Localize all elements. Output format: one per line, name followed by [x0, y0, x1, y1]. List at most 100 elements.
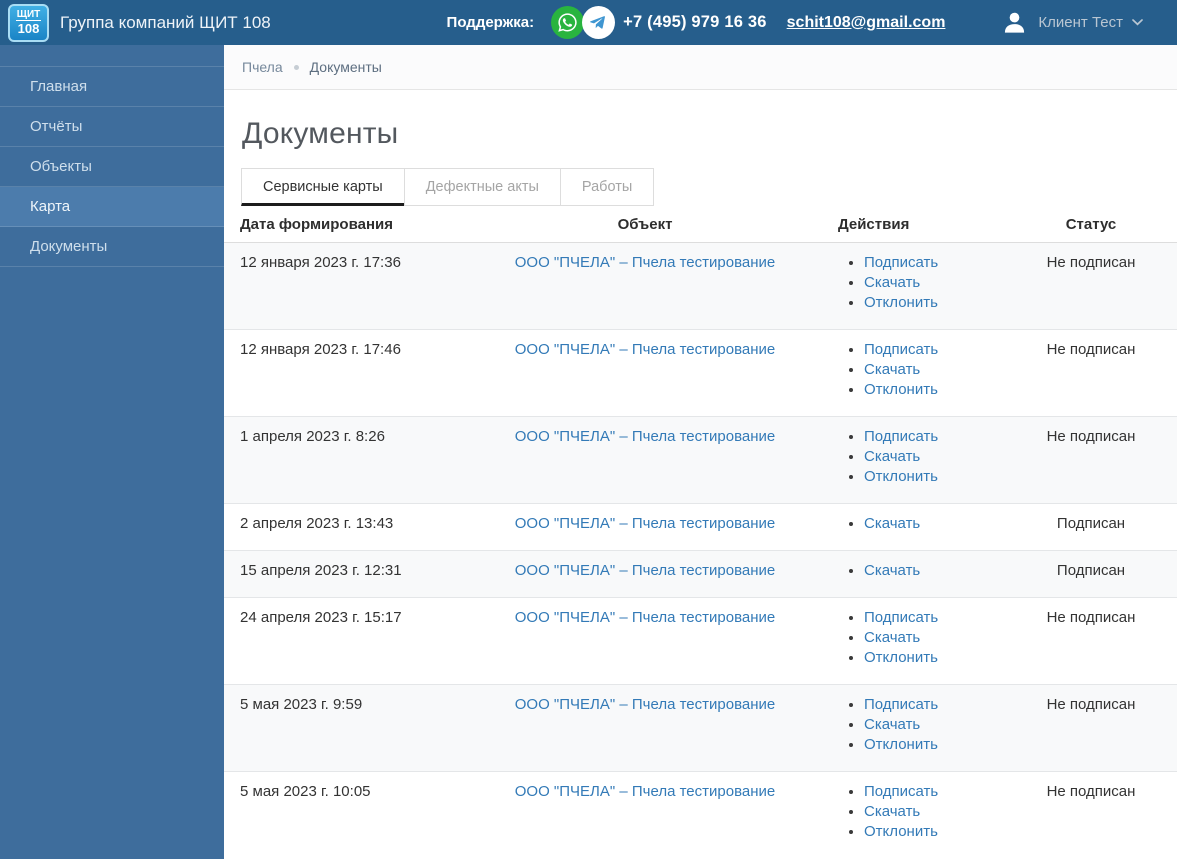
document-object-cell: ООО "ПЧЕЛА" – Пчела тестирование: [460, 243, 830, 330]
object-link[interactable]: ООО "ПЧЕЛА" – Пчела тестирование: [515, 696, 775, 713]
actions-list: Подписать Скачать Отклонить: [838, 253, 997, 313]
action-item: Отклонить: [864, 648, 997, 668]
document-object-cell: ООО "ПЧЕЛА" – Пчела тестирование: [460, 504, 830, 551]
object-link[interactable]: ООО "ПЧЕЛА" – Пчела тестирование: [515, 609, 775, 626]
tab-0[interactable]: Сервисные карты: [241, 168, 405, 206]
whatsapp-icon[interactable]: [551, 6, 585, 39]
action-link-подписать[interactable]: Подписать: [864, 341, 938, 358]
sidebar-item-2[interactable]: Объекты: [0, 147, 224, 187]
action-item: Скачать: [864, 514, 997, 534]
action-link-скачать[interactable]: Скачать: [864, 361, 920, 378]
action-link-скачать[interactable]: Скачать: [864, 716, 920, 733]
action-link-скачать[interactable]: Скачать: [864, 448, 920, 465]
actions-list: Подписать Скачать Отклонить: [838, 340, 997, 400]
column-header-object: Объект: [460, 206, 830, 243]
table-header: Дата формирования Объект Действия Статус: [224, 206, 1177, 243]
actions-list: Подписать Скачать Отклонить: [838, 608, 997, 668]
action-link-подписать[interactable]: Подписать: [864, 428, 938, 445]
status-text: Не подписан: [1046, 341, 1136, 358]
action-item: Отклонить: [864, 293, 997, 313]
document-object-cell: ООО "ПЧЕЛА" – Пчела тестирование: [460, 551, 830, 598]
action-item: Отклонить: [864, 822, 997, 842]
action-link-отклонить[interactable]: Отклонить: [864, 468, 938, 485]
action-link-подписать[interactable]: Подписать: [864, 254, 938, 271]
action-link-отклонить[interactable]: Отклонить: [864, 381, 938, 398]
action-item: Отклонить: [864, 467, 997, 487]
user-icon: [1001, 9, 1028, 36]
object-link[interactable]: ООО "ПЧЕЛА" – Пчела тестирование: [515, 341, 775, 358]
column-header-actions: Действия: [830, 206, 1005, 243]
telegram-icon[interactable]: [582, 6, 616, 39]
logo-line1: ЩИТ: [15, 9, 42, 21]
tab-2[interactable]: Работы: [559, 168, 655, 206]
document-object-cell: ООО "ПЧЕЛА" – Пчела тестирование: [460, 685, 830, 772]
action-link-подписать[interactable]: Подписать: [864, 609, 938, 626]
support-email-link[interactable]: schit108@gmail.com: [787, 14, 946, 32]
action-item: Скачать: [864, 715, 997, 735]
action-link-скачать[interactable]: Скачать: [864, 515, 920, 532]
document-actions-cell: Подписать Скачать Отклонить: [830, 330, 1005, 417]
document-date: 5 мая 2023 г. 10:05: [240, 783, 371, 800]
company-name: Группа компаний ЩИТ 108: [60, 12, 271, 32]
tab-bar: Сервисные карты Дефектные акты Работы: [241, 168, 1177, 206]
table-row: 1 апреля 2023 г. 8:26 ООО "ПЧЕЛА" – Пчел…: [224, 416, 1177, 504]
object-link[interactable]: ООО "ПЧЕЛА" – Пчела тестирование: [515, 562, 775, 579]
object-link[interactable]: ООО "ПЧЕЛА" – Пчела тестирование: [515, 254, 775, 271]
action-item: Подписать: [864, 340, 997, 360]
action-link-подписать[interactable]: Подписать: [864, 696, 938, 713]
document-date: 12 января 2023 г. 17:36: [240, 254, 401, 271]
action-item: Скачать: [864, 360, 997, 380]
sidebar: Главная Отчёты Объекты Карта Документы: [0, 45, 224, 859]
top-header: ЩИТ 108 Группа компаний ЩИТ 108 Поддержк…: [0, 0, 1177, 45]
action-link-подписать[interactable]: Подписать: [864, 783, 938, 800]
documents-table: Дата формирования Объект Действия Статус…: [224, 206, 1177, 858]
object-link[interactable]: ООО "ПЧЕЛА" – Пчела тестирование: [515, 515, 775, 532]
table-row: 12 января 2023 г. 17:46 ООО "ПЧЕЛА" – Пч…: [224, 329, 1177, 417]
action-link-отклонить[interactable]: Отклонить: [864, 823, 938, 840]
document-date: 12 января 2023 г. 17:46: [240, 341, 401, 358]
status-text: Не подписан: [1046, 428, 1136, 445]
document-actions-cell: Подписать Скачать Отклонить: [830, 243, 1005, 330]
action-link-скачать[interactable]: Скачать: [864, 803, 920, 820]
action-item: Подписать: [864, 695, 997, 715]
action-link-отклонить[interactable]: Отклонить: [864, 736, 938, 753]
action-item: Скачать: [864, 273, 997, 293]
status-text: Не подписан: [1046, 696, 1136, 713]
company-logo[interactable]: ЩИТ 108: [8, 3, 49, 42]
sidebar-item-0[interactable]: Главная: [0, 67, 224, 107]
sidebar-item-3[interactable]: Карта: [0, 187, 224, 227]
breadcrumb-separator-dot: [293, 64, 299, 70]
action-link-отклонить[interactable]: Отклонить: [864, 649, 938, 666]
table-row: 15 апреля 2023 г. 12:31 ООО "ПЧЕЛА" – Пч…: [224, 550, 1177, 598]
support-phone[interactable]: +7 (495) 979 16 36: [623, 13, 767, 32]
action-link-скачать[interactable]: Скачать: [864, 274, 920, 291]
status-text: Подписан: [1056, 562, 1126, 579]
action-item: Скачать: [864, 447, 997, 467]
action-link-скачать[interactable]: Скачать: [864, 562, 920, 579]
document-date: 1 апреля 2023 г. 8:26: [240, 428, 385, 445]
status-text: Не подписан: [1046, 254, 1136, 271]
breadcrumb-link-object[interactable]: Пчела: [242, 59, 283, 75]
action-link-отклонить[interactable]: Отклонить: [864, 294, 938, 311]
document-date: 15 апреля 2023 г. 12:31: [240, 562, 402, 579]
action-link-скачать[interactable]: Скачать: [864, 629, 920, 646]
action-item: Подписать: [864, 608, 997, 628]
sidebar-item-1[interactable]: Отчёты: [0, 107, 224, 147]
document-actions-cell: Подписать Скачать Отклонить: [830, 685, 1005, 772]
tab-1[interactable]: Дефектные акты: [403, 168, 561, 206]
document-actions-cell: Скачать: [830, 551, 1005, 598]
action-item: Скачать: [864, 802, 997, 822]
table-row: 12 января 2023 г. 17:36 ООО "ПЧЕЛА" – Пч…: [224, 242, 1177, 330]
document-actions-cell: Подписать Скачать Отклонить: [830, 772, 1005, 859]
status-text: Не подписан: [1046, 783, 1136, 800]
object-link[interactable]: ООО "ПЧЕЛА" – Пчела тестирование: [515, 783, 775, 800]
object-link[interactable]: ООО "ПЧЕЛА" – Пчела тестирование: [515, 428, 775, 445]
page-title: Документы: [242, 117, 399, 150]
logo-line2: 108: [17, 21, 40, 36]
sidebar-item-4[interactable]: Документы: [0, 227, 224, 267]
table-row: 5 мая 2023 г. 9:59 ООО "ПЧЕЛА" – Пчела т…: [224, 684, 1177, 772]
column-header-status: Статус: [1005, 206, 1177, 243]
table-row: 24 апреля 2023 г. 15:17 ООО "ПЧЕЛА" – Пч…: [224, 597, 1177, 685]
actions-list: Подписать Скачать Отклонить: [838, 782, 997, 842]
user-menu[interactable]: Клиент Тест: [1001, 9, 1143, 36]
